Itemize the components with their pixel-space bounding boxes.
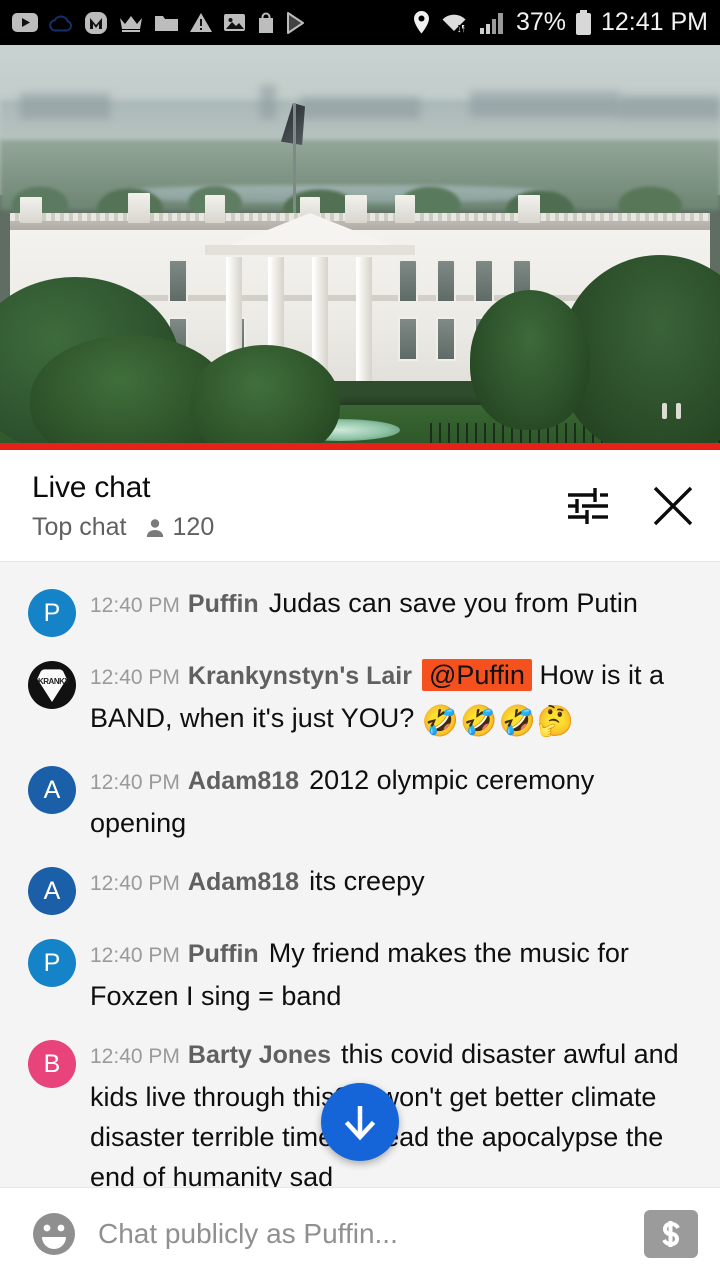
chat-message[interactable]: P 12:40 PM Puffin Judas can save you from …	[0, 574, 720, 646]
svg-text:↓↑: ↓↑	[457, 24, 466, 34]
message-body: 12:40 PM Puffin Judas can save you from Pu…	[90, 583, 692, 626]
crown-icon	[118, 13, 144, 33]
message-body: 12:40 PM Adam818 its creepy	[90, 861, 692, 904]
chat-message[interactable]: A 12:40 PM Adam818 2012 olympic ceremony o…	[0, 751, 720, 852]
photo-icon	[223, 12, 246, 33]
avatar-letter: B	[43, 1049, 61, 1078]
avatar[interactable]: B	[28, 1040, 76, 1088]
emoji-smiley-icon[interactable]	[28, 1208, 80, 1260]
message-text: its creepy	[309, 866, 425, 896]
avatar[interactable]: KRANKY	[28, 661, 76, 709]
message-author[interactable]: Krankynstyn's Lair	[188, 662, 412, 690]
message-timestamp: 12:40 PM	[90, 872, 180, 895]
warning-icon	[189, 12, 213, 33]
chat-message[interactable]: A 12:40 PM Adam818 its creepy	[0, 852, 720, 924]
chat-message-list[interactable]: P 12:40 PM Puffin Judas can save you from …	[0, 562, 720, 1187]
message-timestamp: 12:40 PM	[90, 1045, 180, 1068]
chat-mode-label[interactable]: Top chat	[32, 513, 127, 542]
chat-header-titles: Live chat Top chat 120	[32, 469, 564, 542]
dollar-icon	[662, 1221, 680, 1247]
moto-icon	[84, 11, 108, 35]
scroll-to-bottom-button[interactable]	[321, 1083, 399, 1161]
status-bar-notification-icons	[12, 11, 412, 35]
message-timestamp: 12:40 PM	[90, 771, 180, 794]
status-bar-system-icons: ↓↑ 37% 12:41 PM	[412, 8, 708, 37]
chat-header-subrow: Top chat 120	[32, 513, 564, 542]
avatar-letter: P	[43, 598, 61, 627]
chat-input-bar	[0, 1187, 720, 1280]
wifi-icon: ↓↑	[440, 11, 470, 35]
message-emoji: 🤣🤣🤣🤔	[421, 705, 576, 738]
cellular-signal-icon	[479, 11, 507, 35]
superchat-button[interactable]	[644, 1210, 698, 1258]
youtube-icon	[12, 13, 38, 32]
folder-icon	[154, 13, 179, 33]
avatar-letter: A	[43, 775, 61, 804]
avatar-logo-text: KRANKY	[38, 677, 70, 686]
person-icon	[146, 518, 163, 537]
message-author[interactable]: Puffin	[188, 590, 259, 618]
message-author[interactable]: Puffin	[188, 940, 259, 968]
page-title: Live chat	[32, 471, 151, 504]
message-timestamp: 12:40 PM	[90, 666, 180, 689]
location-icon	[412, 10, 431, 35]
status-bar-clock: 12:41 PM	[600, 8, 708, 36]
live-chat-header: Live chat Top chat 120	[0, 450, 720, 562]
viewer-count: 120	[143, 513, 215, 542]
status-bar: ↓↑ 37% 12:41 PM	[0, 0, 720, 45]
mention-chip[interactable]: @Puffin	[421, 659, 532, 691]
message-author[interactable]: Adam818	[188, 868, 299, 896]
play-store-icon	[286, 11, 306, 34]
message-timestamp: 12:40 PM	[90, 944, 180, 967]
chat-message[interactable]: P 12:40 PM Puffin My friend makes the musi…	[0, 924, 720, 1025]
avatar[interactable]: P	[28, 589, 76, 637]
message-author[interactable]: Barty Jones	[188, 1041, 331, 1069]
message-text: Judas can save you from Putin	[268, 588, 638, 618]
battery-percent: 37%	[515, 8, 566, 36]
video-progress-bar[interactable]	[0, 443, 720, 450]
message-author[interactable]: Adam818	[188, 767, 299, 795]
chat-header-actions	[564, 483, 696, 529]
avatar[interactable]: P	[28, 939, 76, 987]
message-body: 12:40 PM Adam818 2012 olympic ceremony ope…	[90, 760, 692, 843]
avatar-letter: A	[43, 876, 61, 905]
avatar-letter: P	[43, 948, 61, 977]
avatar[interactable]: A	[28, 766, 76, 814]
cloud-icon	[48, 13, 74, 33]
battery-icon	[575, 9, 592, 36]
tune-icon[interactable]	[564, 484, 610, 528]
avatar[interactable]: A	[28, 867, 76, 915]
shopping-bag-icon	[256, 12, 276, 34]
arrow-down-icon	[344, 1106, 376, 1141]
message-timestamp: 12:40 PM	[90, 594, 180, 617]
video-player[interactable]	[0, 45, 720, 450]
message-body: 12:40 PM Puffin My friend makes the music …	[90, 933, 692, 1016]
video-frame-whitehouse	[0, 45, 720, 450]
viewer-count-value: 120	[172, 513, 215, 541]
chat-message[interactable]: KRANKY 12:40 PM Krankynstyn's Lair @Puffin…	[0, 646, 720, 751]
message-body: 12:40 PM Krankynstyn's Lair @Puffin How is…	[90, 655, 692, 742]
close-icon[interactable]	[650, 483, 696, 529]
chat-input[interactable]	[98, 1218, 644, 1250]
